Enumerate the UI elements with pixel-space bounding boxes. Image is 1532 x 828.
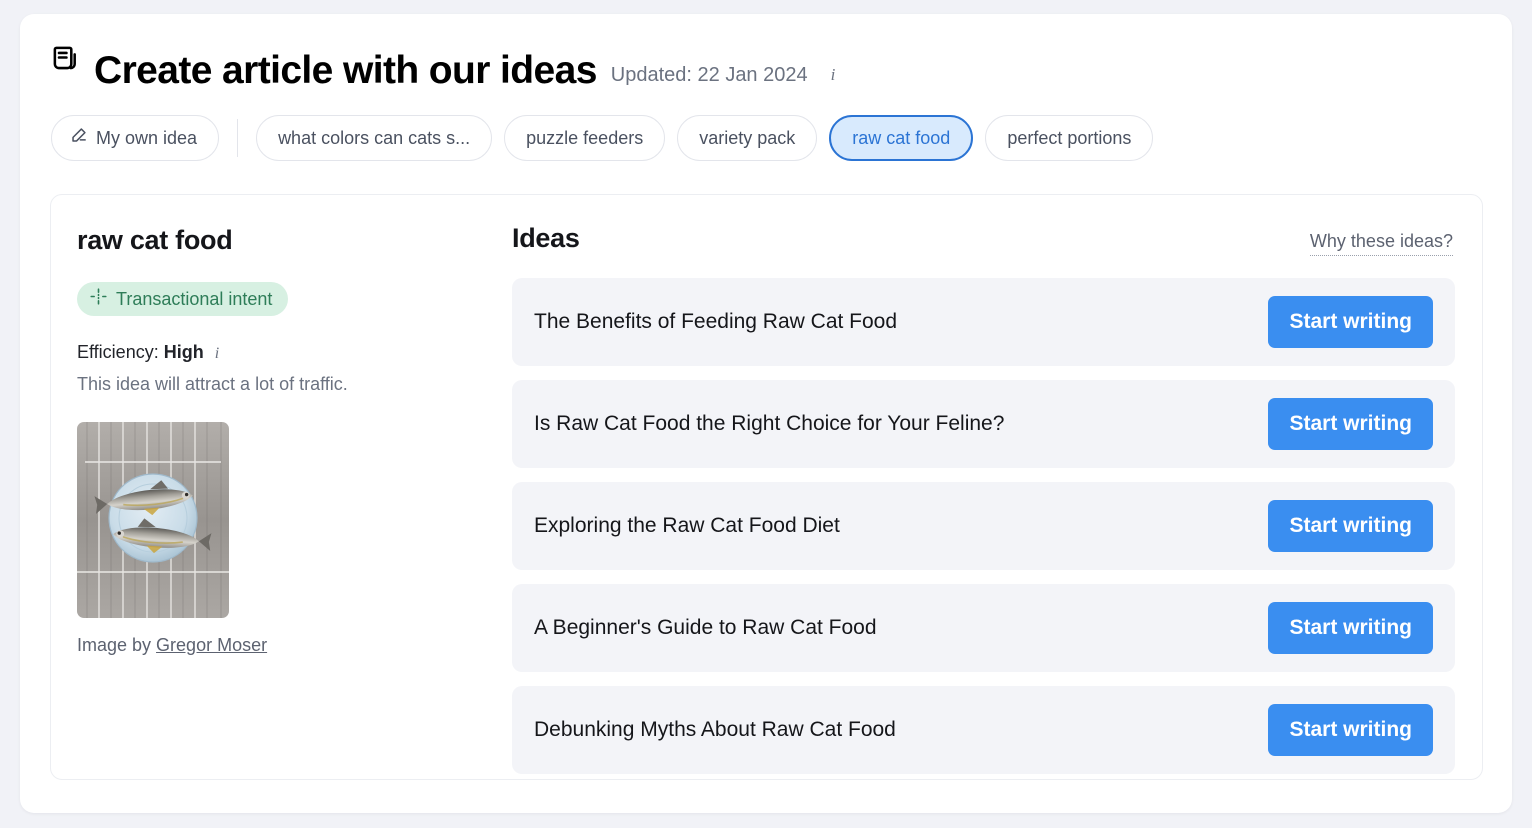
status-badge-label: Transactional intent [116, 288, 273, 309]
keyword-title: raw cat food [77, 225, 233, 255]
start-writing-button[interactable]: Start writing [1268, 398, 1433, 450]
idea-row: Exploring the Raw Cat Food Diet Start wr… [512, 482, 1455, 570]
page-header: Create article with our ideas Updated: 2… [20, 14, 1512, 90]
image-credit: Image by Gregor Moser [77, 635, 494, 656]
idea-detail-panel: raw cat food Transactional intent Effici… [50, 194, 1483, 780]
main-card: Create article with our ideas Updated: 2… [20, 14, 1512, 813]
idea-title: Debunking Myths About Raw Cat Food [534, 718, 896, 741]
keyword-pill-1[interactable]: puzzle feeders [504, 115, 666, 161]
efficiency-label: Efficiency: [77, 342, 159, 362]
keyword-pill-label: perfect portions [1007, 127, 1132, 148]
efficiency-value: High [163, 342, 204, 362]
keyword-pill-3-selected[interactable]: raw cat food [829, 115, 974, 161]
start-writing-button[interactable]: Start writing [1268, 704, 1433, 756]
keyword-pills-row: My own idea what colors can cats s... pu… [20, 90, 1512, 161]
pills-divider [237, 119, 239, 157]
idea-title: Is Raw Cat Food the Right Choice for You… [534, 412, 1005, 435]
ideas-header: Ideas Why these ideas? [512, 223, 1455, 256]
idea-row: A Beginner's Guide to Raw Cat Food Start… [512, 584, 1455, 672]
status-badge: Transactional intent [77, 282, 289, 316]
keyword-pill-0[interactable]: what colors can cats s... [256, 115, 493, 161]
keyword-pill-2[interactable]: variety pack [677, 115, 818, 161]
idea-row: The Benefits of Feeding Raw Cat Food Sta… [512, 278, 1455, 366]
page-title: Create article with our ideas [94, 49, 597, 92]
idea-row: Is Raw Cat Food the Right Choice for You… [512, 380, 1455, 468]
my-own-idea-pill[interactable]: My own idea [51, 115, 220, 161]
start-writing-button[interactable]: Start writing [1268, 602, 1433, 654]
keyword-pill-label: variety pack [699, 127, 796, 148]
pencil-icon [69, 126, 88, 150]
info-icon[interactable]: i [831, 66, 836, 83]
idea-row: Debunking Myths About Raw Cat Food Start… [512, 686, 1455, 774]
idea-title: A Beginner's Guide to Raw Cat Food [534, 616, 877, 639]
keyword-thumbnail-image [77, 422, 229, 618]
keyword-pill-label: raw cat food [852, 127, 951, 148]
start-writing-button[interactable]: Start writing [1268, 500, 1433, 552]
idea-title: Exploring the Raw Cat Food Diet [534, 514, 840, 537]
keyword-pill-4[interactable]: perfect portions [985, 115, 1154, 161]
keyword-summary-column: raw cat food Transactional intent Effici… [51, 195, 494, 779]
info-icon[interactable]: i [215, 346, 219, 362]
idea-title: The Benefits of Feeding Raw Cat Food [534, 310, 898, 333]
intent-crosshair-icon [90, 288, 107, 310]
ideas-column: Ideas Why these ideas? The Benefits of F… [494, 195, 1482, 779]
image-credit-author-link[interactable]: Gregor Moser [156, 635, 267, 655]
keyword-pill-label: puzzle feeders [526, 127, 644, 148]
start-writing-button[interactable]: Start writing [1268, 296, 1433, 348]
ideas-title: Ideas [512, 223, 580, 253]
article-document-icon [51, 44, 80, 78]
updated-timestamp: Updated: 22 Jan 2024 [610, 64, 808, 86]
ideas-list: The Benefits of Feeding Raw Cat Food Sta… [512, 278, 1455, 774]
keyword-pill-label: what colors can cats s... [278, 127, 471, 148]
why-these-ideas-link[interactable]: Why these ideas? [1309, 231, 1453, 256]
efficiency-line: Efficiency: High i [77, 342, 494, 363]
image-credit-prefix: Image by [77, 635, 157, 655]
my-own-idea-label: My own idea [96, 127, 198, 148]
efficiency-description: This idea will attract a lot of traffic. [77, 374, 348, 394]
